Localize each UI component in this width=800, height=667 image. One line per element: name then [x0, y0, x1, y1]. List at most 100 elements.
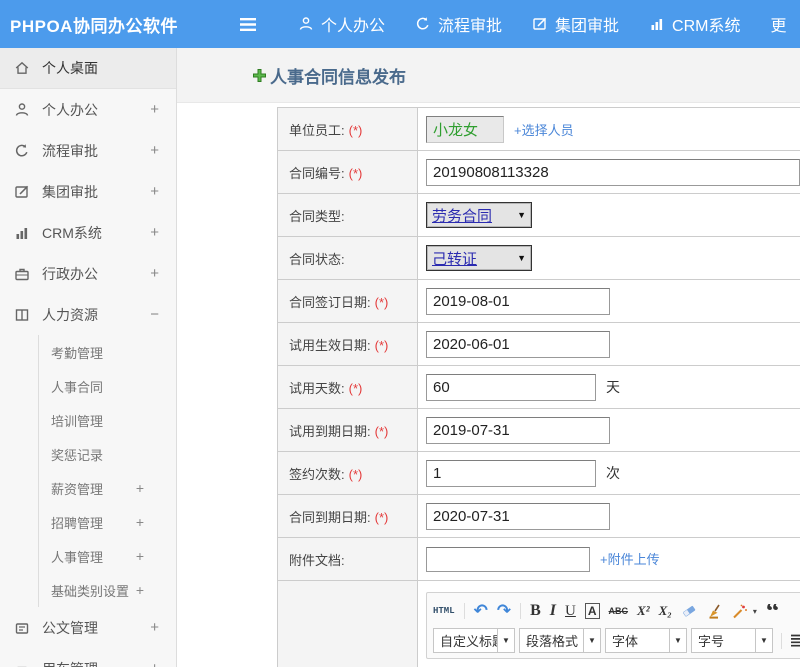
align-left-icon[interactable] — [790, 634, 800, 648]
attachment-input[interactable] — [426, 547, 590, 572]
trial-days-input[interactable] — [426, 374, 596, 401]
superscript-button[interactable]: X² — [637, 603, 650, 619]
expand-toggle[interactable]: + — [150, 660, 159, 667]
sidebar-item-rewards[interactable]: 奖惩记录 — [39, 437, 176, 471]
strikethrough-button[interactable]: ABC — [609, 606, 629, 616]
underline-button[interactable]: U — [565, 603, 576, 620]
sidebar-item-hr-contract[interactable]: 人事合同 — [39, 369, 176, 403]
sidebar-item-personnel[interactable]: 人事管理 + — [39, 539, 176, 573]
sidebar-item-recruiting[interactable]: 招聘管理 + — [39, 505, 176, 539]
nav-workflow-approval[interactable]: 流程审批 — [415, 12, 502, 36]
expand-toggle[interactable]: + — [136, 548, 144, 564]
font-color-button[interactable]: A — [585, 603, 600, 619]
top-bar: PHPOA协同办公软件 个人办公 流程审批 集团审批 CRM系统 — [0, 0, 800, 48]
font-family-dropdown[interactable]: 字体 ▼ — [605, 628, 687, 653]
edit-icon — [14, 184, 32, 200]
italic-button[interactable]: I — [550, 602, 556, 620]
sign-date-input[interactable] — [426, 288, 610, 315]
table-row: HTML ↶ ↷ B I U A ABC X² X₂ — [278, 581, 800, 667]
user-icon — [298, 16, 314, 32]
sidebar-item-vehicle[interactable]: 用车管理 + — [0, 648, 176, 667]
collapse-toggle[interactable]: − — [150, 306, 159, 323]
contract-type-select[interactable]: 劳务合同 ▼ — [426, 202, 532, 228]
trial-start-date-input[interactable] — [426, 331, 610, 358]
trial-end-date-input[interactable] — [426, 417, 610, 444]
upload-attachment-link[interactable]: +附件上传 — [600, 552, 660, 567]
sidebar-item-workflow-approval[interactable]: 流程审批 + — [0, 130, 176, 171]
nav-crm-system[interactable]: CRM系统 — [649, 12, 740, 36]
subscript-button[interactable]: X₂ — [659, 603, 672, 619]
table-row: 单位员工:(*) +选择人员 — [278, 108, 800, 151]
edit-icon — [532, 16, 548, 32]
chevron-down-icon: ▼ — [517, 210, 526, 220]
chevron-down-icon: ▼ — [755, 629, 772, 652]
sidebar-item-personal-office[interactable]: 个人办公 + — [0, 89, 176, 130]
hr-submenu: 考勤管理 人事合同 培训管理 奖惩记录 薪资管理 + 招聘管理 + 人事管理 +… — [38, 335, 176, 607]
sidebar-item-crm[interactable]: CRM系统 + — [0, 212, 176, 253]
chevron-down-icon: ▼ — [583, 629, 600, 652]
sidebar-item-admin-office[interactable]: 行政办公 + — [0, 253, 176, 294]
auto-format-wand-icon[interactable] — [732, 604, 748, 619]
field-label: 合同类型: — [278, 194, 418, 237]
contract-status-select[interactable]: 己转证 ▼ — [426, 245, 532, 271]
rich-text-editor-toolbar: HTML ↶ ↷ B I U A ABC X² X₂ — [426, 592, 800, 659]
sidebar-item-group-approval[interactable]: 集团审批 + — [0, 171, 176, 212]
custom-title-dropdown[interactable]: 自定义标题 ▼ — [433, 628, 515, 653]
hamburger-menu-icon[interactable] — [238, 17, 258, 32]
redo-button[interactable]: ↷ — [497, 601, 511, 621]
sidebar-item-training[interactable]: 培训管理 — [39, 403, 176, 437]
eraser-icon[interactable] — [681, 604, 698, 618]
table-row: 合同签订日期:(*) — [278, 280, 800, 323]
app-logo: PHPOA协同办公软件 — [0, 12, 238, 37]
contract-form: 单位员工:(*) +选择人员 合同编号:(*) 合同类型: 劳务合同 ▼ 合同状… — [277, 107, 800, 667]
blockquote-button[interactable]: “ — [766, 604, 780, 618]
html-source-button[interactable]: HTML — [433, 606, 455, 616]
document-icon — [14, 620, 32, 636]
field-label: 合同编号:(*) — [278, 151, 418, 194]
field-label: 试用天数:(*) — [278, 366, 418, 409]
employee-input[interactable] — [426, 116, 504, 143]
contract-number-input[interactable] — [426, 159, 800, 186]
sidebar-item-documents[interactable]: 公文管理 + — [0, 607, 176, 648]
expand-toggle[interactable]: + — [150, 142, 159, 159]
table-row: 试用天数:(*) 天 — [278, 366, 800, 409]
nav-more[interactable]: 更 — [771, 12, 787, 36]
book-icon — [14, 307, 32, 323]
paragraph-format-dropdown[interactable]: 段落格式 ▼ — [519, 628, 601, 653]
select-person-link[interactable]: +选择人员 — [514, 123, 574, 138]
sign-count-input[interactable] — [426, 460, 596, 487]
sidebar-item-base-categories[interactable]: 基础类别设置 + — [39, 573, 176, 607]
expand-toggle[interactable]: + — [136, 514, 144, 530]
field-label: 签约次数:(*) — [278, 452, 418, 495]
chevron-down-icon[interactable]: ▾ — [753, 607, 757, 616]
expand-toggle[interactable]: + — [150, 101, 159, 118]
home-icon — [14, 60, 32, 76]
sidebar-item-hr[interactable]: 人力资源 − — [0, 294, 176, 335]
sidebar: 个人桌面 个人办公 + 流程审批 + 集团审批 + CRM系统 + 行政办公 + — [0, 48, 177, 667]
undo-button[interactable]: ↶ — [474, 601, 488, 621]
sidebar-item-attendance[interactable]: 考勤管理 — [39, 335, 176, 369]
nav-personal-office[interactable]: 个人办公 — [298, 12, 385, 36]
font-size-dropdown[interactable]: 字号 ▼ — [691, 628, 773, 653]
bold-button[interactable]: B — [530, 602, 541, 620]
chevron-down-icon: ▼ — [669, 629, 686, 652]
table-row: 签约次数:(*) 次 — [278, 452, 800, 495]
bar-chart-icon — [649, 16, 665, 32]
sidebar-item-salary[interactable]: 薪资管理 + — [39, 471, 176, 505]
table-row: 合同到期日期:(*) — [278, 495, 800, 538]
format-brush-icon[interactable] — [707, 604, 723, 619]
expand-toggle[interactable]: + — [150, 265, 159, 282]
sidebar-item-personal-desktop[interactable]: 个人桌面 — [0, 48, 176, 89]
main-content: 人事合同信息发布 单位员工:(*) +选择人员 合同编号:(*) 合同类型: 劳… — [177, 48, 800, 667]
expand-toggle[interactable]: + — [150, 224, 159, 241]
contract-end-date-input[interactable] — [426, 503, 610, 530]
expand-toggle[interactable]: + — [136, 582, 144, 598]
table-row: 试用生效日期:(*) — [278, 323, 800, 366]
expand-toggle[interactable]: + — [150, 619, 159, 636]
expand-toggle[interactable]: + — [150, 183, 159, 200]
expand-toggle[interactable]: + — [136, 480, 144, 496]
nav-group-approval[interactable]: 集团审批 — [532, 12, 619, 36]
field-label: 附件文档: — [278, 538, 418, 581]
table-row: 附件文档: +附件上传 — [278, 538, 800, 581]
field-label — [278, 581, 418, 667]
